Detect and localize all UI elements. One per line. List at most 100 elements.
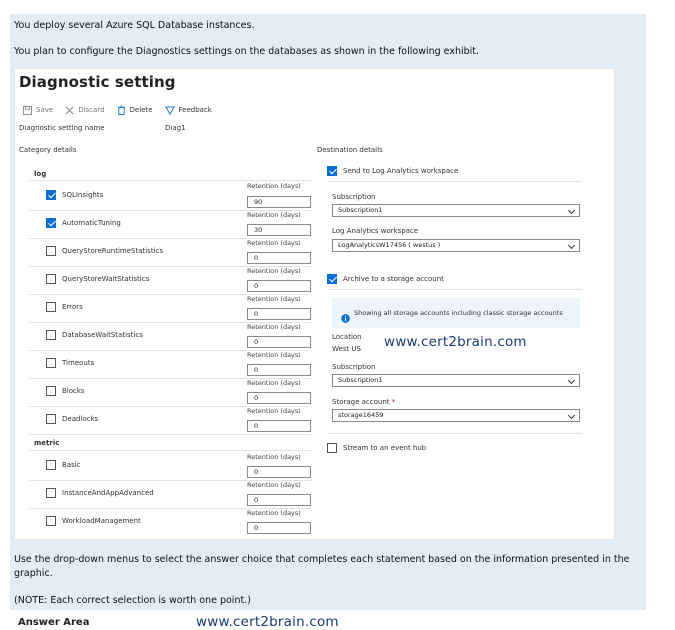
watermark: www.cert2brain.com xyxy=(384,334,527,350)
log-header: log xyxy=(34,170,47,178)
retention-input[interactable]: 90 xyxy=(247,196,311,208)
setting-name-value: Diag1 xyxy=(165,124,186,132)
retention-input[interactable]: 30 xyxy=(247,224,311,236)
retention-label: Retention (days) xyxy=(247,351,301,359)
retention-input[interactable]: 0 xyxy=(247,308,311,320)
chevron-down-icon xyxy=(567,376,576,385)
subscription2-value: Subscription1 xyxy=(338,376,383,384)
instructions-line-2: graphic. xyxy=(14,568,53,579)
retention-input[interactable]: 0 xyxy=(247,522,311,534)
setting-name-label: Diagnostic setting name xyxy=(19,124,105,132)
storage-account-dropdown[interactable]: storage16459 xyxy=(332,409,580,422)
querystorewaitstatistics-checkbox[interactable] xyxy=(46,274,56,284)
send-log-analytics-label: Send to Log Analytics workspace xyxy=(343,167,459,175)
retention-label: Retention (days) xyxy=(247,481,301,489)
retention-label: Retention (days) xyxy=(247,267,301,275)
retention-label: Retention (days) xyxy=(247,182,301,190)
toolbar: Save Discard Delete Feedback xyxy=(23,100,212,119)
event-hub-label: Stream to an event hub xyxy=(343,444,427,452)
basic-checkbox[interactable] xyxy=(46,460,56,470)
intro-line-2: You plan to configure the Diagnostics se… xyxy=(14,46,480,57)
discard-button[interactable]: Discard xyxy=(78,106,104,114)
instanceandappadvanced-checkbox[interactable] xyxy=(46,488,56,498)
subscription-dropdown[interactable]: Subscription1 xyxy=(332,204,580,217)
sqlinsights-checkbox[interactable] xyxy=(46,190,56,200)
retention-input[interactable]: 0 xyxy=(247,364,311,376)
la-workspace-label: Log Analytics workspace xyxy=(332,227,419,235)
la-workspace-dropdown[interactable]: LogAnalyticsW17456 ( westus ) xyxy=(332,239,580,252)
querystoreruntimestatistics-checkbox[interactable] xyxy=(46,246,56,256)
storage-account-label: Storage account * xyxy=(332,398,395,406)
destination-details-heading: Destination details xyxy=(317,146,383,154)
instructions-line-1: Use the drop-down menus to select the an… xyxy=(14,554,630,565)
location-value: West US xyxy=(332,345,362,353)
storage-info-banner: Showing all storage accounts including c… xyxy=(332,298,580,328)
retention-input[interactable]: 0 xyxy=(247,280,311,292)
retention-input[interactable]: 0 xyxy=(247,252,311,264)
retention-label: Retention (days) xyxy=(247,509,301,517)
log-name: Timeouts xyxy=(62,359,95,367)
subscription-value: Subscription1 xyxy=(338,206,383,214)
save-button[interactable]: Save xyxy=(36,106,53,114)
retention-label: Retention (days) xyxy=(247,239,301,247)
la-workspace-value: LogAnalyticsW17456 ( westus ) xyxy=(338,241,441,249)
feedback-icon xyxy=(164,100,175,119)
divider xyxy=(327,181,582,182)
workloadmanagement-checkbox[interactable] xyxy=(46,516,56,526)
storage-account-label-text: Storage account xyxy=(332,398,390,406)
retention-input[interactable]: 0 xyxy=(247,420,311,432)
answer-area-heading: Answer Area xyxy=(18,617,90,628)
retention-input[interactable]: 0 xyxy=(247,336,311,348)
blocks-checkbox[interactable] xyxy=(46,386,56,396)
category-details-heading: Category details xyxy=(19,146,77,154)
subscription2-dropdown[interactable]: Subscription1 xyxy=(332,374,580,387)
databasewaitstatistics-checkbox[interactable] xyxy=(46,330,56,340)
retention-input[interactable]: 0 xyxy=(247,494,311,506)
divider xyxy=(29,434,311,435)
chevron-down-icon xyxy=(567,206,576,215)
log-name: Blocks xyxy=(62,387,85,395)
chevron-down-icon xyxy=(567,241,576,250)
storage-account-value: storage16459 xyxy=(338,411,384,419)
deadlocks-checkbox[interactable] xyxy=(46,414,56,424)
feedback-button[interactable]: Feedback xyxy=(179,106,212,114)
log-name: QueryStoreWaitStatistics xyxy=(62,275,150,283)
log-name: SQLInsights xyxy=(62,191,104,199)
required-mark: * xyxy=(391,398,396,406)
instructions: Use the drop-down menus to select the an… xyxy=(14,553,634,581)
delete-icon xyxy=(117,100,126,119)
diagnostic-setting-exhibit: Diagnostic setting ··· Save Discard Dele… xyxy=(14,68,615,540)
send-log-analytics-checkbox[interactable] xyxy=(327,166,337,176)
metric-name: Basic xyxy=(62,461,81,469)
retention-label: Retention (days) xyxy=(247,407,301,415)
subscription2-label: Subscription xyxy=(332,363,376,371)
metric-name: WorkloadManagement xyxy=(62,517,141,525)
metric-header: metric xyxy=(34,439,60,447)
retention-input[interactable]: 0 xyxy=(247,466,311,478)
delete-button[interactable]: Delete xyxy=(130,106,153,114)
archive-storage-checkbox[interactable] xyxy=(327,274,337,284)
storage-info-text: Showing all storage accounts including c… xyxy=(354,309,563,317)
errors-checkbox[interactable] xyxy=(46,302,56,312)
discard-icon xyxy=(65,100,74,119)
divider xyxy=(29,450,311,451)
watermark-bottom: www.cert2brain.com xyxy=(196,614,339,630)
timeouts-checkbox[interactable] xyxy=(46,358,56,368)
automatictuning-checkbox[interactable] xyxy=(46,218,56,228)
log-name: QueryStoreRuntimeStatistics xyxy=(62,247,164,255)
log-name: Errors xyxy=(62,303,83,311)
retention-input[interactable]: 0 xyxy=(247,392,311,404)
log-name: AutomaticTuning xyxy=(62,219,121,227)
subscription-label: Subscription xyxy=(332,193,376,201)
save-icon xyxy=(23,100,32,119)
archive-storage-label: Archive to a storage account xyxy=(343,275,444,283)
retention-label: Retention (days) xyxy=(247,211,301,219)
info-icon xyxy=(341,308,350,327)
retention-label: Retention (days) xyxy=(247,323,301,331)
log-name: DatabaseWaitStatistics xyxy=(62,331,143,339)
chevron-down-icon xyxy=(567,411,576,420)
more-menu-icon[interactable]: ··· xyxy=(149,75,156,83)
retention-label: Retention (days) xyxy=(247,453,301,461)
divider xyxy=(327,289,582,290)
event-hub-checkbox[interactable] xyxy=(327,443,337,453)
